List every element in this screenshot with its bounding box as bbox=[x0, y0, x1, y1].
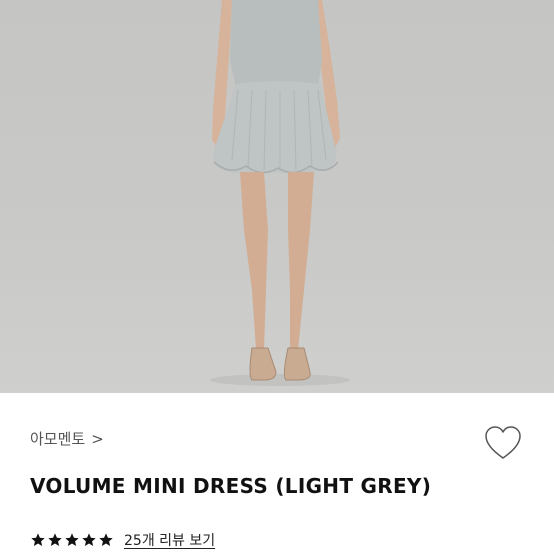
model-in-dress-illustration bbox=[210, 0, 350, 386]
brand-link[interactable]: 아모멘토 > bbox=[30, 428, 104, 449]
star-filled-icon bbox=[65, 533, 79, 546]
star-filled-icon bbox=[48, 533, 62, 546]
brand-name: 아모멘토 bbox=[30, 430, 86, 448]
star-rating bbox=[30, 532, 114, 548]
star-filled-icon bbox=[99, 533, 113, 546]
star-filled-icon bbox=[31, 533, 45, 546]
star-filled-icon bbox=[82, 533, 96, 546]
product-image[interactable] bbox=[0, 0, 554, 393]
heart-outline-icon bbox=[485, 426, 521, 459]
rating-row: 25개 리뷰 보기 bbox=[30, 530, 215, 550]
wishlist-button[interactable] bbox=[484, 425, 522, 461]
product-title: VOLUME MINI DRESS (LIGHT GREY) bbox=[30, 474, 432, 498]
view-reviews-link[interactable]: 25개 리뷰 보기 bbox=[124, 530, 215, 550]
chevron-right-icon: > bbox=[91, 429, 104, 448]
